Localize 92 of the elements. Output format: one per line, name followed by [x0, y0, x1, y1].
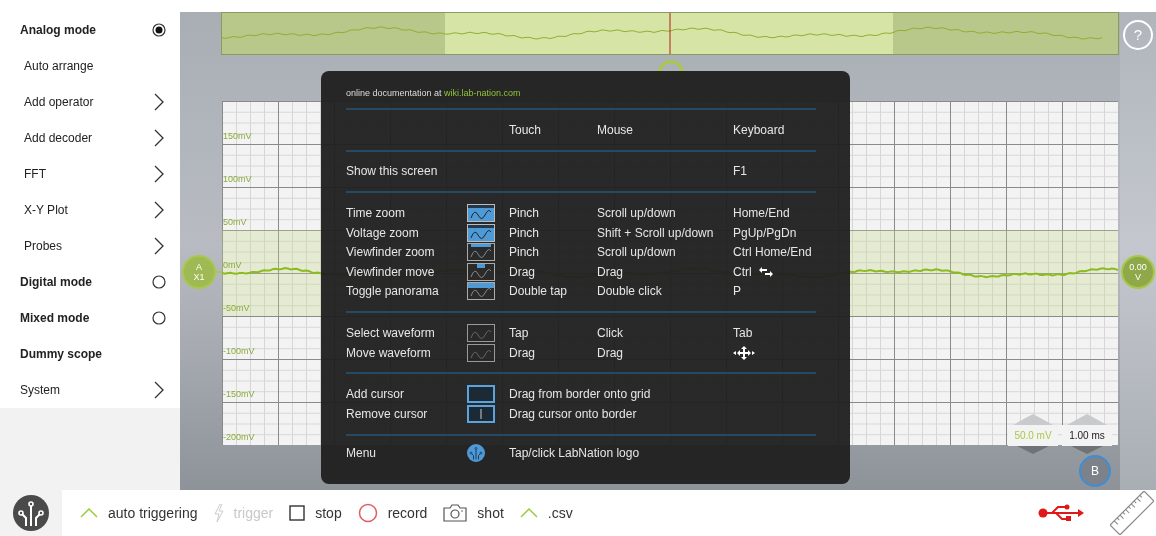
menu-item[interactable]: Analog mode — [20, 23, 96, 37]
gesture-text: Drag — [509, 264, 536, 279]
column-header: Mouse — [597, 122, 635, 137]
cursor-icon — [467, 404, 495, 423]
doc-text: online documentation at wiki.lab-nation.com — [346, 88, 522, 98]
logo-button[interactable] — [13, 495, 49, 531]
column-header: Touch — [509, 122, 543, 137]
swap-arrows-icon — [757, 266, 774, 277]
column-header: Keyboard — [733, 122, 786, 137]
mouse-text: Scroll up/down — [597, 206, 677, 220]
axis-label: -150mV — [223, 389, 255, 399]
mouse-text: Scroll up/down — [597, 245, 677, 260]
menu-item[interactable]: System — [20, 383, 60, 397]
axis-label: 100mV — [223, 174, 252, 184]
time-scale[interactable]: 1.00 ms — [1062, 425, 1112, 446]
chevron-right-icon[interactable] — [154, 201, 164, 219]
radio-button[interactable] — [152, 311, 166, 325]
mouse-text: Drag — [597, 264, 624, 279]
chevron-right-icon[interactable] — [154, 381, 164, 399]
action-label: Menu — [346, 446, 378, 461]
waveform-icon — [467, 223, 495, 242]
toolbar-button[interactable]: auto triggering — [108, 505, 198, 521]
axis-label: 150mV — [223, 131, 252, 141]
gesture-text: Drag cursor onto border — [509, 406, 638, 421]
checkbox[interactable] — [289, 505, 306, 521]
toolbar-button[interactable]: .csv — [547, 505, 573, 521]
toolbar-button[interactable]: shot — [477, 505, 504, 521]
mouse-text: Click — [597, 325, 624, 340]
menu-item[interactable]: Add decoder — [24, 131, 93, 145]
action-label: Remove cursor — [346, 406, 429, 421]
waveform-icon — [467, 343, 495, 362]
marker-b[interactable]: B — [1079, 455, 1111, 487]
action-label: Viewfinder zoom — [346, 245, 436, 260]
axis-label: 0mV — [223, 260, 242, 270]
axis-label: -100mV — [223, 346, 255, 356]
toolbar-button[interactable]: stop — [315, 505, 342, 521]
move-arrows-icon — [733, 345, 755, 360]
toolbar-button[interactable]: record — [387, 505, 428, 521]
waveform-icon — [467, 282, 495, 301]
menu-item[interactable]: FFT — [24, 167, 46, 181]
key-text: F1 — [733, 164, 747, 179]
chevron-right-icon[interactable] — [154, 237, 164, 255]
action-label: Time zoom — [346, 206, 406, 220]
gesture-text: Pinch — [509, 245, 541, 260]
chevron-right-icon[interactable] — [154, 129, 164, 147]
gesture-text: Pinch — [509, 225, 541, 240]
mouse-text: Shift + Scroll up/down — [597, 225, 715, 240]
key-text: Home/End — [733, 206, 790, 220]
axis-label: -50mV — [223, 303, 250, 313]
gesture-text: Drag from border onto grid — [509, 387, 652, 402]
gesture-text: Tap — [509, 325, 530, 340]
gesture-text: Drag — [509, 345, 536, 360]
menu-item[interactable]: Dummy scope — [20, 347, 103, 361]
chevron-right-icon[interactable] — [154, 93, 164, 111]
logo-icon — [467, 444, 485, 463]
gesture-text: Tap/click LabNation logo — [509, 446, 641, 461]
waveform-icon — [467, 262, 495, 281]
waveform-icon — [467, 243, 495, 262]
waveform-icon — [467, 323, 495, 342]
gesture-text: Double tap — [509, 284, 569, 299]
action-label: Show this screen — [346, 164, 439, 179]
usb-icon — [1038, 503, 1084, 523]
menu-item[interactable]: Mixed mode — [20, 311, 90, 325]
action-label: Voltage zoom — [346, 225, 420, 240]
menu-item[interactable]: Probes — [24, 239, 63, 253]
axis-label: 50mV — [223, 217, 247, 227]
axis-label: -200mV — [223, 432, 255, 442]
mouse-text: Drag — [597, 345, 624, 360]
radio-button[interactable] — [152, 275, 166, 289]
action-label: Toggle panorama — [346, 284, 440, 299]
waveform-icon — [467, 204, 495, 222]
key-text: Ctrl Home/End — [733, 245, 812, 260]
menu-item[interactable]: Add operator — [24, 95, 94, 109]
gesture-text: Pinch — [509, 206, 541, 220]
cursor-icon — [467, 385, 495, 404]
menu-item[interactable]: Digital mode — [20, 275, 92, 289]
key-text: Tab — [733, 325, 753, 340]
mouse-text: Double click — [597, 284, 663, 299]
action-label: Viewfinder move — [346, 264, 436, 279]
action-label: Move waveform — [346, 345, 432, 360]
key-text: P — [733, 284, 741, 299]
doc-link[interactable]: wiki.lab-nation.com — [444, 88, 521, 98]
menu-item[interactable]: X-Y Plot — [24, 203, 68, 217]
radio-button[interactable] — [152, 23, 166, 37]
action-label: Select waveform — [346, 325, 436, 340]
key-text: PgUp/PgDn — [733, 225, 797, 240]
key-text: Ctrl — [733, 264, 752, 279]
chevron-right-icon[interactable] — [154, 165, 164, 183]
action-label: Add cursor — [346, 387, 406, 402]
camera-icon[interactable] — [443, 504, 468, 522]
record-icon[interactable] — [357, 503, 378, 523]
menu-item[interactable]: Auto arrange — [24, 59, 94, 73]
